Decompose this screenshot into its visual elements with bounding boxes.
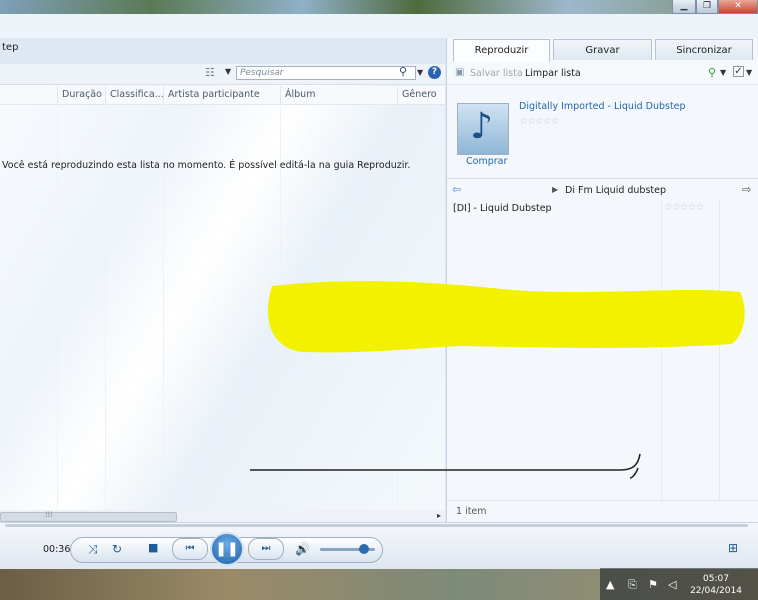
music-note-icon: ♪ bbox=[470, 106, 493, 147]
view-options-chevron-down-icon[interactable]: ▼ bbox=[225, 67, 231, 76]
scroll-right-icon[interactable]: ▸ bbox=[437, 511, 441, 520]
yellow-highlight-marker bbox=[267, 281, 745, 353]
tray-expand-icon[interactable]: ▲ bbox=[606, 578, 614, 591]
list-options-icon[interactable]: ⚲ bbox=[708, 66, 716, 79]
save-list-button[interactable]: Salvar lista bbox=[470, 68, 523, 79]
list-options-chevron-down-icon[interactable]: ▼ bbox=[720, 68, 726, 77]
stop-icon[interactable]: ■ bbox=[148, 541, 158, 554]
album-art[interactable]: ♪ bbox=[457, 103, 509, 155]
tab-sync[interactable]: Sincronizar bbox=[655, 39, 753, 60]
previous-list-arrow-icon[interactable]: ⇦ bbox=[452, 183, 461, 196]
maximize-button[interactable]: ❐ bbox=[696, 0, 718, 14]
buy-link[interactable]: Comprar bbox=[466, 156, 507, 167]
elapsed-time: 00:36 bbox=[43, 544, 71, 555]
column-rating[interactable]: Classifica... bbox=[105, 86, 163, 104]
grip-icon: ⁞⁞⁞ bbox=[45, 510, 53, 519]
close-button[interactable]: ✕ bbox=[718, 0, 758, 14]
library-title: tep bbox=[2, 42, 19, 53]
repeat-icon[interactable]: ↻ bbox=[112, 542, 122, 556]
pause-icon[interactable]: ❚❚ bbox=[210, 532, 244, 566]
tab-burn[interactable]: Gravar bbox=[553, 39, 652, 60]
now-playing-list-message: Você está reproduzindo esta lista no mom… bbox=[2, 160, 411, 171]
shuffle-icon[interactable]: ⤨ bbox=[88, 542, 98, 557]
minimize-button[interactable]: ▁ bbox=[672, 0, 696, 14]
column-duration[interactable]: Duração bbox=[57, 86, 105, 104]
rating-star-icon[interactable]: ☆☆☆☆☆ bbox=[519, 116, 560, 127]
divider bbox=[447, 178, 758, 179]
view-options-icon[interactable]: ☷ bbox=[205, 66, 215, 79]
checkbox-options-icon[interactable]: ✓ bbox=[733, 66, 744, 77]
column-header-row: Duração Classifica... Artista participan… bbox=[0, 86, 445, 105]
window-controls: ▁ ❐ ✕ bbox=[672, 0, 758, 14]
tab-play[interactable]: Reproduzir bbox=[453, 39, 550, 62]
devices-icon[interactable]: ⎘ bbox=[628, 578, 637, 592]
save-icon: ▣ bbox=[455, 67, 465, 78]
speaker-icon[interactable]: ◁ bbox=[668, 578, 676, 591]
rating-star-icon[interactable]: ☆☆☆☆☆ bbox=[664, 202, 705, 213]
underline-stroke bbox=[250, 453, 641, 479]
column-album[interactable]: Álbum bbox=[280, 86, 397, 104]
item-count: 1 item bbox=[456, 506, 487, 517]
now-playing-title[interactable]: Digitally Imported - Liquid Dubstep bbox=[519, 101, 686, 112]
clock-time[interactable]: 05:07 bbox=[686, 574, 746, 584]
search-input[interactable]: Pesquisar bbox=[236, 66, 416, 80]
column-contributing-artist[interactable]: Artista participante bbox=[163, 86, 280, 104]
playlist-name[interactable]: Di Fm Liquid dubstep bbox=[565, 185, 666, 196]
seek-bar[interactable] bbox=[5, 524, 748, 527]
list-item[interactable]: [DI] - Liquid Dubstep bbox=[453, 203, 552, 214]
search-chevron-down-icon[interactable]: ▼ bbox=[417, 68, 423, 77]
next-list-arrow-icon[interactable]: ⇨ bbox=[742, 183, 751, 196]
flag-icon[interactable]: ⚑ bbox=[648, 578, 658, 591]
play-icon: ▶ bbox=[552, 185, 559, 194]
column-genre[interactable]: Gênero bbox=[397, 86, 445, 104]
help-icon[interactable]: ? bbox=[428, 66, 441, 79]
clear-list-button[interactable]: Limpar lista bbox=[525, 68, 581, 79]
horizontal-scroll-thumb[interactable]: ⁞⁞⁞ bbox=[0, 510, 177, 522]
divider bbox=[447, 500, 758, 501]
volume-slider-thumb[interactable] bbox=[359, 544, 369, 554]
next-track-icon[interactable]: ⏭ bbox=[248, 538, 284, 560]
clock-date[interactable]: 22/04/2014 bbox=[686, 586, 746, 596]
search-icon[interactable]: ⚲ bbox=[399, 65, 407, 78]
switch-to-now-playing-icon[interactable]: ⊞ bbox=[728, 541, 738, 555]
volume-icon[interactable]: 🔊 bbox=[295, 542, 310, 556]
checkbox-options-chevron-down-icon[interactable]: ▼ bbox=[746, 68, 752, 77]
previous-track-icon[interactable]: ⏮ bbox=[172, 538, 208, 560]
title-bar bbox=[0, 14, 758, 38]
